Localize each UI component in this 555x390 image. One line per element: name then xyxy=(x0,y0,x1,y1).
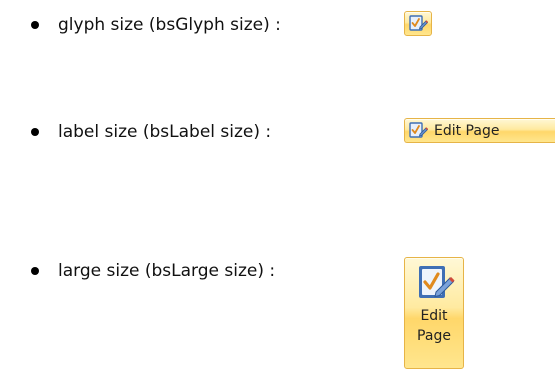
item-text: glyph size (bsGlyph size) : xyxy=(58,15,281,35)
bullet xyxy=(31,267,39,275)
bullet xyxy=(31,21,39,29)
button-caption-line1: Edit xyxy=(420,308,448,324)
list-item-large-size: large size (bsLarge size) : Edit Page xyxy=(0,257,555,372)
bullet xyxy=(31,128,39,136)
edit-page-icon xyxy=(419,266,455,298)
edit-page-icon xyxy=(409,122,428,138)
list-item-glyph-size: glyph size (bsGlyph size) : xyxy=(0,11,555,41)
edit-page-large-button[interactable]: Edit Page xyxy=(404,257,464,369)
button-caption: Edit Page xyxy=(434,123,500,139)
edit-page-icon xyxy=(409,15,428,31)
item-text: label size (bsLabel size) : xyxy=(58,122,272,142)
edit-page-label-button[interactable]: Edit Page xyxy=(404,118,555,143)
button-caption-line2: Page xyxy=(417,328,451,344)
item-text: large size (bsLarge size) : xyxy=(58,261,276,281)
document-page: { "items": [ { "text": "glyph size (bsGl… xyxy=(0,0,555,390)
list-item-label-size: label size (bsLabel size) : Edit Page xyxy=(0,118,555,148)
edit-page-glyph-button[interactable] xyxy=(404,11,432,36)
